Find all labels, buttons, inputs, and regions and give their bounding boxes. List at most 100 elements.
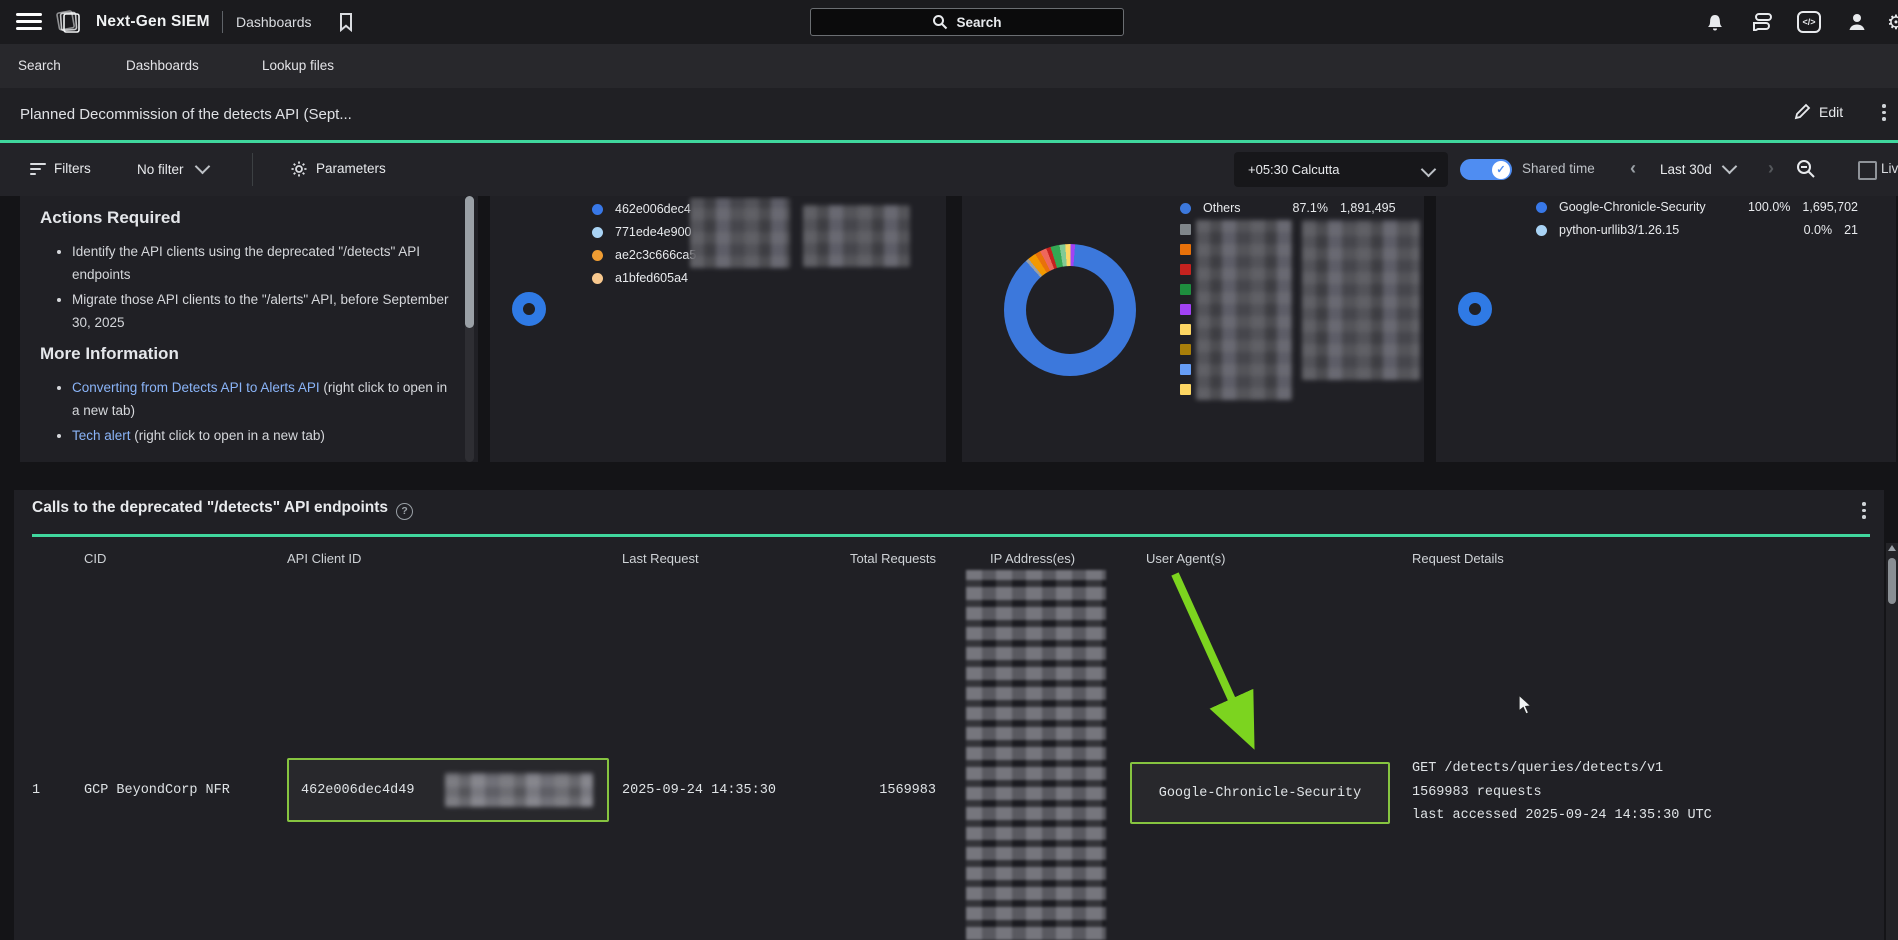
chevron-down-icon: [195, 159, 211, 175]
legend-label: ae2c3c666ca5: [615, 248, 696, 262]
account-button[interactable]: [1845, 10, 1869, 34]
notifications-button[interactable]: [1703, 10, 1727, 34]
col-header-cid[interactable]: CID: [84, 551, 106, 566]
main-menu-icon[interactable]: [16, 13, 42, 31]
more-information-list: Converting from Detects API to Alerts AP…: [42, 376, 454, 449]
section-more-menu[interactable]: [1862, 502, 1866, 519]
row-request-details: GET /detects/queries/detects/v1 1569983 …: [1412, 757, 1712, 828]
list-item: Converting from Detects API to Alerts AP…: [72, 376, 454, 422]
filter-list-icon: [30, 163, 46, 175]
legend-square: [1180, 224, 1191, 235]
edit-label: Edit: [1819, 104, 1843, 120]
user-agents-donut-chart[interactable]: [1458, 292, 1492, 326]
link-suffix: (right click to open in a new tab): [131, 428, 325, 443]
edit-button[interactable]: Edit: [1794, 103, 1843, 120]
global-search-input[interactable]: Search: [810, 8, 1124, 36]
legend-item[interactable]: ae2c3c666ca5: [592, 248, 696, 262]
row-cid: GCP BeyondCorp NFR: [84, 783, 230, 798]
topbar-divider: [222, 11, 223, 33]
col-header-request-details[interactable]: Request Details: [1412, 551, 1504, 566]
legend-item[interactable]: 771ede4e900: [592, 225, 691, 239]
code-icon: </>: [1797, 11, 1821, 33]
section-title: Calls to the deprecated "/detects" API e…: [32, 499, 413, 520]
legend-square: [1180, 284, 1191, 295]
api-clients-donut-chart[interactable]: [512, 292, 546, 326]
mouse-cursor: [1516, 694, 1536, 716]
request-details-line: GET /detects/queries/detects/v1: [1412, 757, 1712, 781]
legend-item[interactable]: Others 87.1% 1,891,495: [1180, 201, 1396, 215]
module-nav: Search Dashboards Lookup files: [0, 44, 1898, 88]
col-header-ip-addresses[interactable]: IP Address(es): [990, 551, 1075, 566]
legend-label: Google-Chronicle-Security: [1559, 200, 1736, 214]
legend-dot: [1180, 203, 1191, 214]
tab-lookup-files[interactable]: Lookup files: [262, 58, 334, 73]
legend-item[interactable]: 462e006dec4: [592, 202, 691, 216]
legend-item[interactable]: Google-Chronicle-Security 100.0% 1,695,7…: [1536, 200, 1858, 214]
timezone-select[interactable]: +05:30 Calcutta: [1234, 152, 1448, 187]
others-donut-chart[interactable]: [1004, 244, 1136, 376]
dashboard-title: Planned Decommission of the detects API …: [20, 106, 352, 123]
col-header-last-request[interactable]: Last Request: [622, 551, 699, 566]
filter-bar: Filters No filter Parameters +05:30 Calc…: [0, 143, 1898, 196]
scrollbar-thumb[interactable]: [1888, 558, 1896, 604]
scrollbar-up-arrow-icon[interactable]: [1888, 545, 1896, 551]
legend-value: 21: [1844, 223, 1858, 237]
legend-dot: [592, 250, 603, 261]
row-number: 1: [32, 783, 40, 798]
siem-dashboard-app: Next-Gen SIEM Dashboards Search: [0, 0, 1898, 940]
deprecated-calls-section: Calls to the deprecated "/detects" API e…: [14, 490, 1884, 940]
legend-square: [1180, 364, 1191, 375]
annotation-arrow: [1150, 560, 1280, 760]
bell-icon: [1705, 11, 1725, 33]
feedback-button[interactable]: [1750, 10, 1774, 34]
shared-time-toggle[interactable]: ✓: [1460, 159, 1512, 180]
chat-icon: [1751, 13, 1773, 31]
legend-value: 1,695,702: [1802, 200, 1858, 214]
zoom-out-icon[interactable]: [1796, 159, 1816, 179]
search-icon: [932, 14, 948, 30]
legend-percent: 100.0%: [1748, 200, 1790, 214]
legend-label: a1bfed605a4: [615, 271, 688, 285]
legend-square: [1180, 244, 1191, 255]
list-item: Tech alert (right click to open in a new…: [72, 424, 454, 447]
legend-label: Others: [1203, 201, 1241, 215]
tab-search[interactable]: Search: [18, 58, 61, 73]
filterbar-divider: [252, 153, 253, 186]
live-checkbox[interactable]: [1858, 161, 1877, 180]
more-information-heading: More Information: [40, 344, 179, 364]
section-accent-line: [32, 534, 1870, 537]
global-search-label: Search: [956, 15, 1001, 30]
row-user-agent-highlight[interactable]: Google-Chronicle-Security: [1130, 762, 1390, 824]
col-header-api-client-id[interactable]: API Client ID: [287, 551, 361, 566]
filter-select-value: No filter: [137, 162, 184, 177]
bookmark-icon[interactable]: [338, 12, 354, 32]
tab-dashboards[interactable]: Dashboards: [126, 58, 199, 73]
legend-item[interactable]: python-urllib3/1.26.15 0.0% 21: [1536, 223, 1858, 237]
chevron-down-icon: [1721, 159, 1737, 175]
legend-value: 1,891,495: [1340, 201, 1396, 215]
settings-button[interactable]: ⚙: [1884, 10, 1898, 34]
request-details-line: 1569983 requests: [1412, 781, 1712, 805]
time-prev-button[interactable]: ‹: [1630, 158, 1636, 179]
api-explorer-button[interactable]: </>: [1797, 10, 1821, 34]
help-icon[interactable]: ?: [396, 503, 413, 520]
legend-item[interactable]: a1bfed605a4: [592, 271, 688, 285]
filter-select[interactable]: No filter: [137, 161, 208, 177]
redacted-block: [1196, 220, 1292, 400]
app-logo-icon: [54, 9, 82, 35]
converting-detects-link[interactable]: Converting from Detects API to Alerts AP…: [72, 380, 320, 395]
col-header-total-requests[interactable]: Total Requests: [800, 551, 936, 566]
live-label: Liv: [1881, 161, 1898, 176]
row-api-client-id-highlight[interactable]: 462e006dec4d49: [287, 758, 609, 822]
breadcrumb[interactable]: Dashboards: [236, 14, 312, 30]
row-api-client-id: 462e006dec4d49: [301, 783, 414, 798]
panel-scrollbar[interactable]: [465, 196, 474, 462]
row-ip-addresses-redacted: [966, 570, 1106, 940]
time-range-select[interactable]: Last 30d: [1660, 161, 1735, 177]
shared-time-label: Shared time: [1522, 161, 1595, 176]
time-next-button[interactable]: ›: [1768, 158, 1774, 179]
tech-alert-link[interactable]: Tech alert: [72, 428, 131, 443]
parameters-button[interactable]: Parameters: [316, 161, 386, 176]
filters-button[interactable]: Filters: [54, 161, 91, 176]
dashboard-more-menu[interactable]: [1882, 104, 1886, 121]
